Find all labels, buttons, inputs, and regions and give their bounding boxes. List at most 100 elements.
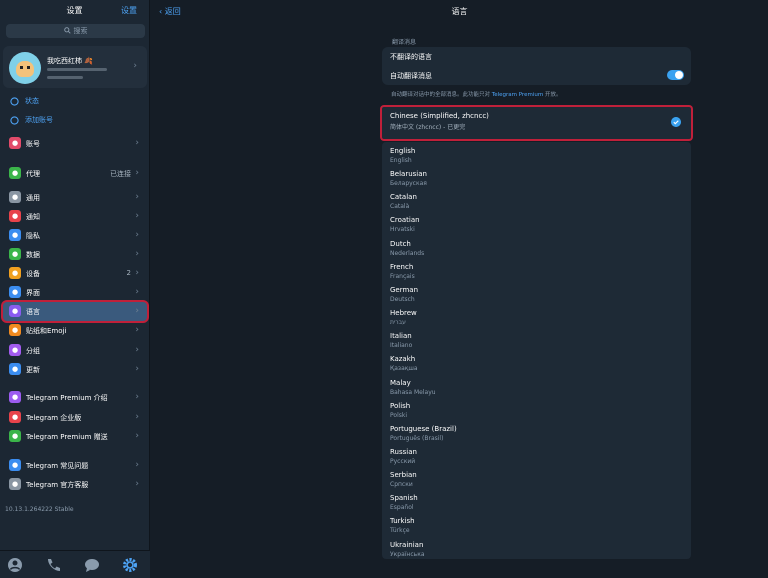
language-name: Dutch bbox=[390, 239, 411, 248]
profile-card[interactable]: 我吃西红柿 🍂 › bbox=[3, 46, 147, 88]
search-input[interactable]: 搜索 bbox=[6, 24, 145, 38]
sidebar-item-16[interactable]: ● Telegram 官方客服 › bbox=[3, 475, 147, 494]
folder-icon: ● bbox=[9, 344, 21, 356]
language-row[interactable]: English English bbox=[390, 145, 680, 168]
selected-language-row[interactable]: Chinese (Simplified, zhcncc) 简体中文 (zhcnc… bbox=[382, 107, 691, 139]
language-row[interactable]: Belarusian Беларуская bbox=[390, 168, 680, 191]
search-placeholder: 搜索 bbox=[73, 27, 88, 35]
language-row[interactable]: Hebrew עברית bbox=[390, 307, 680, 330]
language-name: Italian bbox=[390, 332, 412, 341]
language-row[interactable]: Dutch Nederlands bbox=[390, 238, 680, 261]
language-native-name: Español bbox=[390, 504, 414, 512]
sidebar-item-3[interactable]: ● 通知 › bbox=[3, 207, 147, 226]
language-row[interactable]: German Deutsch bbox=[390, 284, 680, 307]
sidebar-item-5[interactable]: ● 数据 › bbox=[3, 245, 147, 264]
translate-section-header: 翻译消息 bbox=[392, 39, 417, 46]
footnote-text: 自动翻译对话中的全部消息。此功能只对 bbox=[391, 92, 491, 98]
no-translate-row[interactable]: 不翻译的语言 bbox=[390, 52, 432, 62]
device-icon: ● bbox=[9, 267, 21, 279]
language-name: English bbox=[390, 147, 416, 155]
tab-bar bbox=[0, 550, 150, 578]
chevron-right-icon: › bbox=[135, 392, 139, 402]
language-native-name: Nederlands bbox=[390, 249, 425, 257]
language-name: Malay bbox=[390, 378, 411, 387]
language-row[interactable]: Croatian Hrvatski bbox=[390, 214, 680, 237]
sidebar-item-4[interactable]: ● 隐私 › bbox=[3, 226, 147, 245]
language-native-name: Українська bbox=[390, 550, 425, 558]
language-native-name: Српски bbox=[390, 481, 413, 489]
language-name: Kazakh bbox=[390, 355, 416, 364]
language-row[interactable]: Serbian Српски bbox=[390, 469, 680, 492]
sidebar-item-8[interactable]: ● 语言 › bbox=[3, 302, 147, 321]
language-row[interactable]: Malay Bahasa Melayu bbox=[390, 377, 680, 400]
chats-icon[interactable] bbox=[84, 557, 100, 573]
sidebar-item-11[interactable]: ● 更新 › bbox=[3, 360, 147, 379]
language-native-name: Català bbox=[390, 203, 410, 211]
sidebar-link-0[interactable]: 状态 bbox=[10, 96, 39, 106]
language-native-name: Polski bbox=[390, 411, 408, 419]
sticker-icon: ● bbox=[9, 324, 21, 336]
language-row[interactable]: Catalan Català bbox=[390, 191, 680, 214]
language-native-name: Italiano bbox=[390, 342, 413, 350]
language-name: Portuguese (Brazil) bbox=[390, 424, 457, 433]
selected-language-name: Chinese (Simplified, zhcncc) bbox=[390, 112, 489, 120]
premium-star-icon: ● bbox=[9, 391, 21, 403]
language-native-name: Français bbox=[390, 272, 415, 280]
language-row[interactable]: Spanish Español bbox=[390, 492, 680, 515]
auto-translate-toggle[interactable] bbox=[667, 70, 684, 80]
data-icon: ● bbox=[9, 248, 21, 260]
language-row[interactable]: Portuguese (Brazil) Português (Brasil) bbox=[390, 423, 680, 446]
sidebar-item-label: 分组 bbox=[26, 347, 40, 355]
globe-icon: ● bbox=[9, 305, 21, 317]
sidebar-item-label: 通用 bbox=[26, 194, 40, 202]
sidebar-item-7[interactable]: ● 界面 › bbox=[3, 283, 147, 302]
brush-icon: ● bbox=[9, 286, 21, 298]
language-name: Catalan bbox=[390, 193, 417, 202]
premium-link[interactable]: Telegram Premium bbox=[492, 92, 543, 98]
language-row[interactable]: Ukrainian Українська bbox=[390, 539, 680, 562]
sidebar-item-value: 已连接 bbox=[110, 170, 131, 178]
language-row[interactable]: Polish Polski bbox=[390, 400, 680, 423]
language-row[interactable]: Russian Русский bbox=[390, 446, 680, 469]
language-native-name: Deutsch bbox=[390, 295, 415, 303]
redacted-phone bbox=[47, 68, 107, 71]
chevron-right-icon: › bbox=[135, 168, 139, 178]
sidebar-item-2[interactable]: ● 通用 › bbox=[3, 188, 147, 207]
sidebar-item-label: Telegram 企业版 bbox=[26, 414, 82, 422]
sidebar-item-10[interactable]: ● 分组 › bbox=[3, 341, 147, 360]
sidebar-item-label: 贴纸和Emoji bbox=[26, 327, 67, 335]
sidebar-link-1[interactable]: 添加账号 bbox=[10, 115, 53, 125]
language-row[interactable]: Italian Italiano bbox=[390, 330, 680, 353]
sidebar-item-13[interactable]: ● Telegram 企业版 › bbox=[3, 408, 147, 427]
language-row[interactable]: Kazakh Қазақша bbox=[390, 353, 680, 376]
account-icon: ● bbox=[9, 137, 21, 149]
sidebar-item-9[interactable]: ● 贴纸和Emoji › bbox=[3, 321, 147, 340]
top-bar: ‹ 返回 语言 bbox=[151, 0, 768, 22]
settings-icon[interactable] bbox=[122, 557, 138, 573]
sidebar-item-12[interactable]: ● Telegram Premium 介绍 › bbox=[3, 388, 147, 407]
chevron-right-icon: › bbox=[135, 460, 139, 470]
language-row[interactable]: Turkish Türkçe bbox=[390, 515, 680, 538]
contacts-icon[interactable] bbox=[7, 557, 23, 573]
edit-button[interactable]: 设置 bbox=[121, 5, 137, 16]
checkmark-icon bbox=[671, 117, 681, 127]
language-row[interactable]: French Français bbox=[390, 261, 680, 284]
sidebar-item-1[interactable]: ● 代理 已连接 › bbox=[3, 164, 147, 183]
lock-icon: ● bbox=[9, 229, 21, 241]
chevron-right-icon: › bbox=[135, 306, 139, 316]
language-native-name: עברית bbox=[390, 319, 406, 327]
chevron-right-icon: › bbox=[135, 325, 139, 335]
language-name: Belarusian bbox=[390, 170, 427, 179]
sidebar-item-0[interactable]: ● 账号 › bbox=[3, 134, 147, 153]
sidebar-item-15[interactable]: ● Telegram 常见问题 › bbox=[3, 456, 147, 475]
sidebar-link-label: 添加账号 bbox=[25, 116, 53, 124]
sidebar-item-6[interactable]: ● 设备 2 › bbox=[3, 264, 147, 283]
status-icon bbox=[10, 96, 19, 106]
calls-icon[interactable] bbox=[45, 557, 61, 573]
translate-footnote: 自动翻译对话中的全部消息。此功能只对 Telegram Premium 开放。 bbox=[391, 90, 561, 98]
chevron-right-icon: › bbox=[135, 211, 139, 221]
chevron-right-icon: › bbox=[135, 345, 139, 355]
language-name: German bbox=[390, 285, 419, 294]
sidebar-item-14[interactable]: ● Telegram Premium 赠送 › bbox=[3, 427, 147, 446]
sidebar-header: 设置 设置 bbox=[0, 0, 149, 22]
